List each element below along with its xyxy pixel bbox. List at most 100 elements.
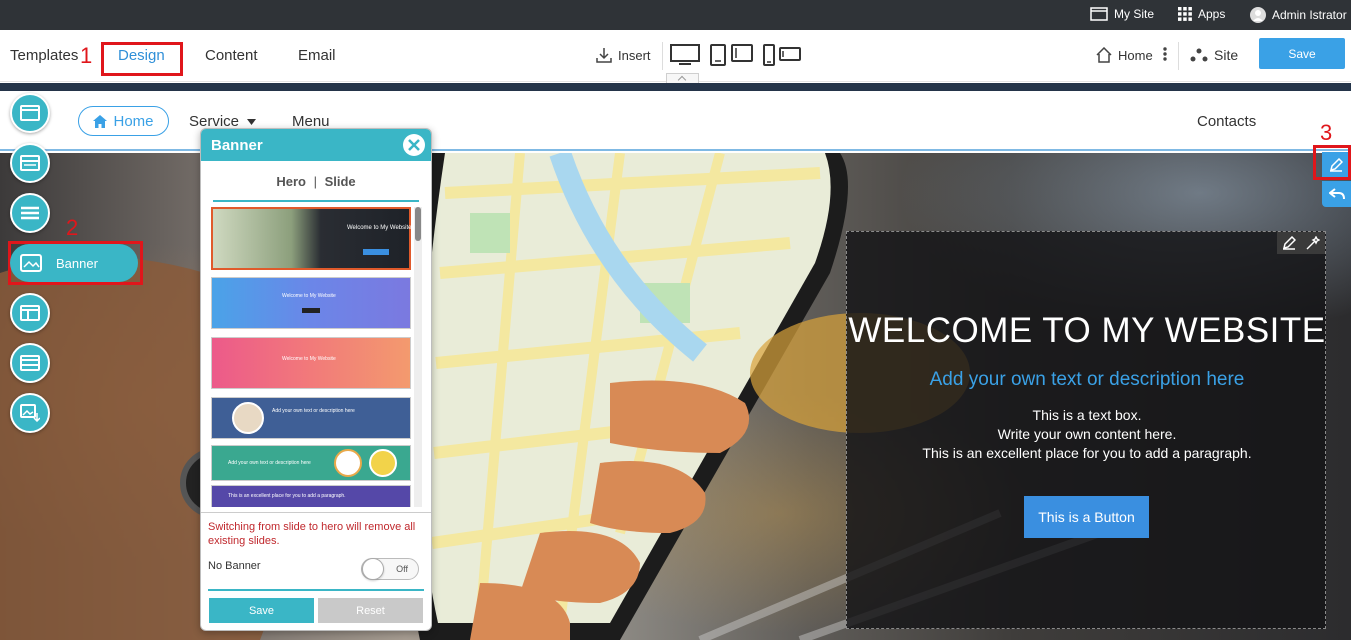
no-banner-toggle[interactable]: Off — [361, 558, 419, 580]
scrollbar-thumb[interactable] — [415, 207, 421, 241]
panel-footer-divider — [208, 589, 424, 591]
nav-home-link[interactable]: Home — [78, 106, 169, 136]
home-icon — [1096, 47, 1112, 63]
save-button[interactable]: Save — [1259, 38, 1345, 69]
close-button[interactable] — [403, 134, 425, 156]
menu-layout-button[interactable] — [10, 193, 50, 233]
panel-divider — [201, 512, 431, 513]
banner-type-tabs: Hero | Slide — [213, 174, 419, 202]
layout-grid-icon — [20, 305, 40, 321]
layout-footer-icon — [20, 355, 40, 371]
avatar — [232, 402, 264, 434]
thumbnail-text: This is an excellent place for you to ad… — [228, 493, 346, 499]
annotation-box-edit — [1313, 145, 1351, 180]
hero-cta-button[interactable]: This is a Button — [1024, 496, 1149, 538]
image-resize-icon — [20, 404, 40, 422]
background-image-button[interactable] — [10, 393, 50, 433]
banner-template-thumbnail[interactable]: Welcome to My Website — [211, 207, 411, 270]
tab-design[interactable]: Design — [118, 47, 165, 64]
tab-content[interactable]: Content — [205, 47, 258, 64]
tab-slide[interactable]: Slide — [325, 174, 356, 189]
tab-email[interactable]: Email — [298, 47, 336, 64]
banner-template-thumbnail[interactable]: Add your own text or description here — [211, 445, 411, 481]
slide-warning-text: Switching from slide to hero will remove… — [208, 521, 416, 547]
site-menu[interactable]: Site — [1190, 47, 1238, 63]
banner-panel: Banner Hero | Slide Welcome to My Websit… — [200, 128, 432, 631]
banner-template-thumbnail[interactable]: Add your own text or description here — [211, 397, 411, 439]
thumbnail-text: Add your own text or description here — [272, 408, 355, 414]
toggle-knob — [362, 558, 384, 580]
hero-paragraph-line: This is a text box. — [1032, 407, 1142, 423]
toggle-state-label: Off — [396, 564, 408, 574]
thumbnail-text: Welcome to My Website — [282, 293, 336, 299]
annotation-3: 3 — [1320, 120, 1333, 145]
thumbnail-text: Welcome to My Website — [347, 225, 412, 231]
browser-window-icon — [1090, 7, 1108, 21]
thumbnail-text: Welcome to My Website — [282, 356, 336, 362]
phone-portrait-icon[interactable] — [763, 44, 775, 66]
footer-layout-button[interactable] — [10, 343, 50, 383]
nav-contacts-link[interactable]: Contacts — [1197, 113, 1256, 130]
home-page-label: Home — [1118, 47, 1153, 63]
layout-bars-icon — [20, 155, 40, 171]
panel-save-button[interactable]: Save — [209, 598, 314, 623]
banner-panel-header: Banner — [201, 129, 431, 161]
panel-reset-button[interactable]: Reset — [318, 598, 423, 623]
phone-landscape-icon[interactable] — [779, 47, 801, 61]
user-name: Admin Istrator — [1272, 8, 1347, 22]
hero-paragraph-line: This is an excellent place for you to ad… — [922, 445, 1252, 461]
apps-label: Apps — [1198, 7, 1226, 21]
header-layout-button[interactable] — [10, 93, 50, 133]
hero-subtitle: Add your own text or description here — [929, 369, 1245, 390]
user-menu[interactable]: Admin Istrator — [1250, 7, 1347, 23]
home-icon — [93, 114, 108, 128]
pencil-icon[interactable] — [1282, 236, 1296, 250]
banner-panel-title: Banner — [211, 136, 263, 154]
apps-grid-icon — [1178, 7, 1192, 21]
no-banner-label: No Banner — [208, 560, 261, 572]
lightbulb-icon — [369, 449, 397, 477]
banner-template-thumbnail[interactable]: This is an excellent place for you to ad… — [211, 485, 411, 507]
hero-text-box[interactable]: WELCOME TO MY WEBSITE Add your own text … — [846, 231, 1326, 629]
annotation-1: 1 — [80, 43, 93, 68]
hamburger-icon — [21, 206, 39, 220]
apps-link[interactable]: Apps — [1178, 7, 1225, 21]
site-label: Site — [1214, 47, 1239, 63]
more-vertical-icon[interactable] — [1163, 47, 1167, 61]
content-layout-button[interactable] — [10, 293, 50, 333]
thumbnail-button — [302, 308, 320, 313]
close-icon — [408, 139, 420, 151]
hero-paragraph-line: Write your own content here. — [997, 426, 1177, 442]
banner-tool-label: Banner — [56, 255, 98, 271]
template-list-scrollbar[interactable] — [414, 207, 422, 507]
banner-template-list[interactable]: Welcome to My Website Welcome to My Webs… — [211, 207, 412, 507]
site-nodes-icon — [1190, 48, 1208, 62]
insert-button[interactable]: Insert — [596, 47, 651, 63]
toolbar-divider-right — [1178, 42, 1179, 70]
tab-templates[interactable]: Templates — [10, 47, 78, 64]
nav-home-label: Home — [113, 112, 154, 130]
banner-tool-button[interactable]: Banner — [10, 244, 138, 282]
magic-wand-icon[interactable] — [1306, 236, 1320, 250]
text-box-tools — [1277, 232, 1325, 254]
thumbnail-button — [363, 249, 389, 255]
tablet-landscape-icon[interactable] — [731, 44, 753, 62]
my-site-label: My Site — [1114, 7, 1155, 21]
my-site-link[interactable]: My Site — [1090, 7, 1154, 21]
download-icon — [596, 48, 612, 63]
home-page-selector[interactable]: Home — [1096, 47, 1153, 63]
tab-separator: | — [313, 174, 317, 189]
tab-hero[interactable]: Hero — [276, 174, 306, 189]
banner-template-thumbnail[interactable]: Welcome to My Website — [211, 337, 411, 389]
person-icon — [334, 449, 362, 477]
undo-button[interactable] — [1322, 181, 1351, 207]
thumbnail-text: Add your own text or description here — [228, 460, 311, 466]
admin-bar: My Site Apps Admin Istrator — [0, 0, 1351, 30]
navigation-layout-button[interactable] — [10, 143, 50, 183]
tablet-portrait-icon[interactable] — [710, 44, 726, 66]
site-top-strip — [0, 83, 1351, 91]
desktop-view-icon[interactable] — [670, 44, 700, 66]
undo-arrow-icon — [1328, 188, 1345, 200]
toolbar-divider — [662, 42, 663, 70]
banner-template-thumbnail[interactable]: Welcome to My Website — [211, 277, 411, 329]
